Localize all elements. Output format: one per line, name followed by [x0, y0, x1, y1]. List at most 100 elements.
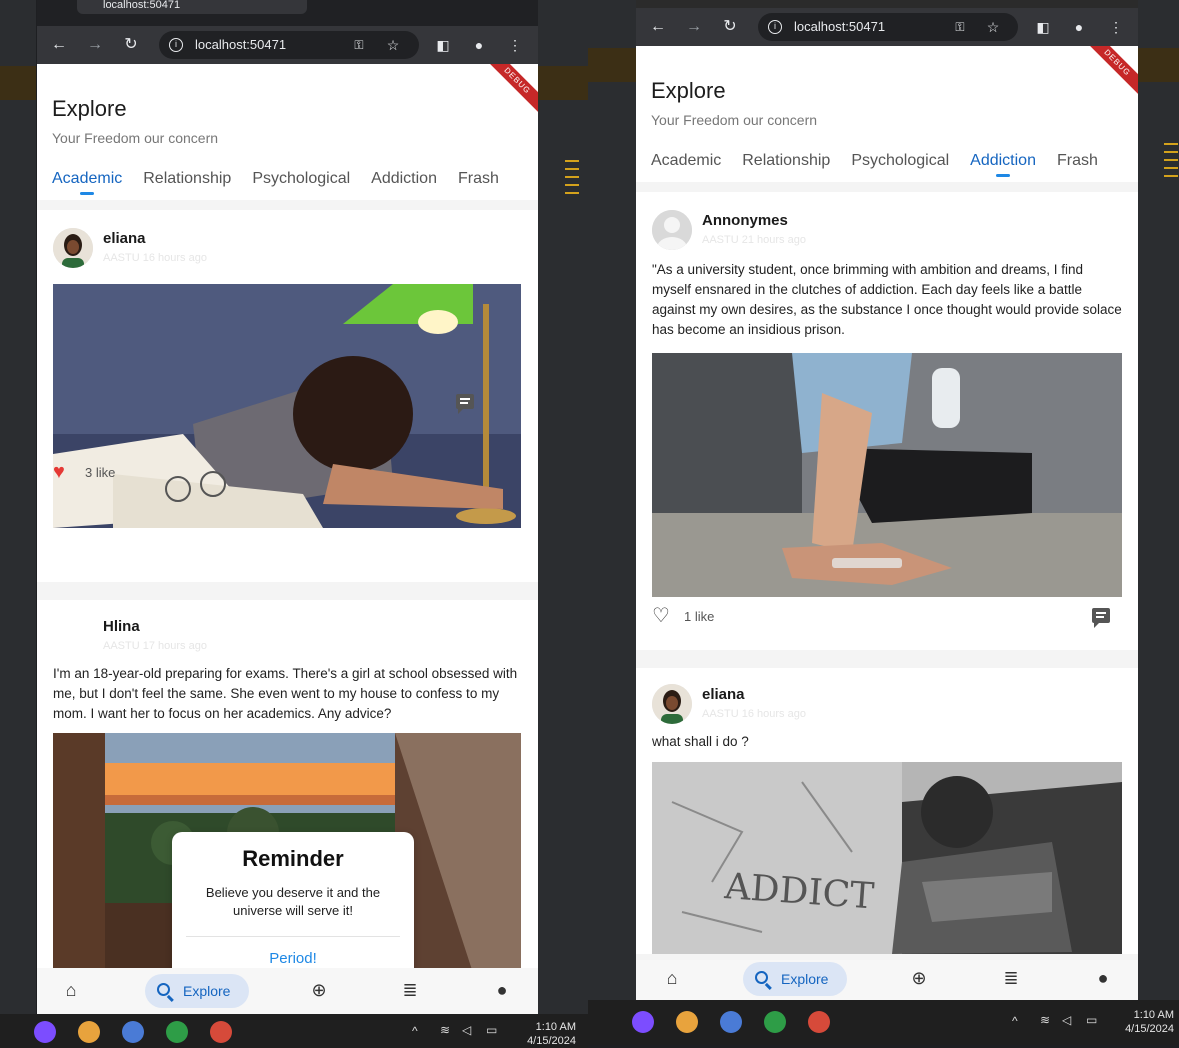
clock[interactable]: 1:10 AM 4/15/2024 [1102, 1008, 1174, 1036]
comment-icon[interactable] [456, 394, 474, 414]
tray-chevron-icon[interactable]: ^ [412, 1024, 418, 1038]
chrome-profile-taskbar-icon[interactable] [808, 1011, 830, 1033]
post-username[interactable]: Annonymes [702, 212, 788, 229]
page-title: Explore [651, 78, 726, 103]
menu-icon[interactable]: ⋮ [505, 35, 525, 55]
browser-tab[interactable]: localhost:50471 [77, 0, 307, 14]
back-icon[interactable]: ← [49, 35, 69, 55]
post-card[interactable]: eliana AASTU 16 hours ago ♥ 3 like [37, 210, 538, 582]
reload-icon[interactable]: ↻ [720, 17, 740, 37]
site-info-icon[interactable]: i [768, 20, 782, 34]
person-icon[interactable]: ● [1091, 968, 1115, 989]
tab-addiction[interactable]: Addiction [970, 152, 1036, 177]
forward-icon[interactable]: → [85, 35, 105, 55]
forward-icon[interactable]: → [684, 17, 704, 37]
app-header: Explore Your Freedom our concern DEBUG A… [37, 64, 538, 200]
wifi-icon[interactable]: ≋ [1040, 1013, 1050, 1027]
post-text: I'm an 18-year-old preparing for exams. … [53, 666, 518, 721]
list-icon[interactable]: ≣ [398, 980, 422, 1001]
ide-structure-icon-right[interactable] [1164, 143, 1178, 183]
site-info-icon[interactable]: i [169, 38, 183, 52]
post-card[interactable]: eliana AASTU 16 hours ago what shall i d… [636, 668, 1138, 954]
ide-toolbar-right [588, 48, 636, 82]
avatar[interactable] [652, 684, 692, 724]
person-icon[interactable]: ● [490, 980, 514, 1001]
chrome-taskbar-icon[interactable] [166, 1021, 188, 1043]
menu-icon[interactable]: ⋮ [1106, 17, 1126, 37]
ide-structure-icon[interactable] [565, 160, 579, 200]
app-header: Explore Your Freedom our concern DEBUG A… [636, 46, 1138, 182]
vscode-taskbar-icon[interactable] [34, 1021, 56, 1043]
tab-relationship[interactable]: Relationship [742, 152, 830, 170]
chrome-profile-taskbar-icon[interactable] [210, 1021, 232, 1043]
page-title: Explore [52, 96, 127, 121]
explore-nav-label: Explore [183, 983, 231, 999]
heart-outline-icon[interactable]: ♡ [652, 606, 670, 626]
tab-academic[interactable]: Academic [52, 170, 122, 195]
bottom-navigation: ⌂ Explore ⊕ ≣ ● [636, 960, 1138, 1000]
side-panel-icon[interactable]: ◧ [433, 35, 453, 55]
browser-toolbar: ← → ↻ i localhost:50471 ⚿ ☆ ◧ ● ⋮ [37, 26, 538, 64]
avatar[interactable] [53, 228, 93, 268]
back-icon[interactable]: ← [648, 17, 668, 37]
volume-icon[interactable]: ◁ [462, 1023, 471, 1037]
android-studio-taskbar-icon[interactable] [122, 1021, 144, 1043]
reload-icon[interactable]: ↻ [121, 35, 141, 55]
tab-academic[interactable]: Academic [651, 152, 721, 170]
clock-time: 1:10 AM [1133, 1009, 1174, 1021]
password-key-icon[interactable]: ⚿ [349, 35, 369, 55]
explore-nav-button[interactable]: Explore [145, 974, 249, 1008]
password-key-icon[interactable]: ⚿ [950, 17, 970, 37]
addict-wall-photo[interactable]: ADDICT [652, 762, 1122, 954]
ide-strip-right [588, 0, 636, 1045]
profile-icon[interactable]: ● [469, 35, 489, 55]
explore-nav-label: Explore [781, 971, 829, 987]
add-circle-icon[interactable]: ⊕ [907, 968, 931, 989]
chrome-taskbar-icon[interactable] [764, 1011, 786, 1033]
tab-addiction[interactable]: Addiction [371, 170, 437, 188]
comment-icon[interactable] [1092, 608, 1110, 628]
battery-icon[interactable]: ▭ [1086, 1013, 1097, 1027]
home-icon[interactable]: ⌂ [660, 968, 684, 989]
student-asleep-on-books-photo[interactable] [53, 284, 521, 528]
chrome-dev-taskbar-icon[interactable] [676, 1011, 698, 1033]
avatar[interactable] [652, 210, 692, 250]
page-subtitle: Your Freedom our concern [651, 112, 818, 128]
tab-relationship[interactable]: Relationship [143, 170, 231, 188]
post-username[interactable]: Hlina [103, 618, 140, 635]
post-card[interactable]: Hlina AASTU 17 hours ago I'm an 18-year-… [37, 600, 538, 1014]
post-username[interactable]: eliana [702, 686, 745, 703]
tab-frash[interactable]: Frash [458, 170, 499, 188]
post-card[interactable]: Annonymes AASTU 21 hours ago "As a unive… [636, 192, 1138, 650]
profile-icon[interactable]: ● [1069, 17, 1089, 37]
tab-frash[interactable]: Frash [1057, 152, 1098, 170]
android-studio-taskbar-icon[interactable] [720, 1011, 742, 1033]
home-icon[interactable]: ⌂ [59, 980, 83, 1001]
chrome-dev-taskbar-icon[interactable] [78, 1021, 100, 1043]
taskbar-left: ^ ≋ ◁ ▭ 1:10 AM 4/15/2024 [0, 1014, 588, 1048]
tray-chevron-icon[interactable]: ^ [1012, 1014, 1018, 1028]
bookmark-star-icon[interactable]: ☆ [383, 35, 403, 55]
tab-psychological[interactable]: Psychological [851, 152, 949, 170]
tab-psychological[interactable]: Psychological [252, 170, 350, 188]
post-username[interactable]: eliana [103, 230, 146, 247]
side-panel-icon[interactable]: ◧ [1033, 17, 1053, 37]
clock[interactable]: 1:10 AM 4/15/2024 [506, 1020, 576, 1048]
address-bar[interactable]: i localhost:50471 [758, 13, 1018, 41]
list-icon[interactable]: ≣ [999, 968, 1023, 989]
ide-left-strip [0, 0, 36, 1045]
heart-filled-icon[interactable]: ♥ [53, 462, 65, 482]
debug-banner: DEBUG [484, 64, 538, 114]
wifi-icon[interactable]: ≋ [440, 1023, 450, 1037]
volume-icon[interactable]: ◁ [1062, 1013, 1071, 1027]
bookmark-star-icon[interactable]: ☆ [983, 17, 1003, 37]
address-bar[interactable]: i localhost:50471 [159, 31, 419, 59]
reminder-period-button[interactable]: Period! [172, 950, 414, 967]
battery-icon[interactable]: ▭ [486, 1023, 497, 1037]
add-circle-icon[interactable]: ⊕ [307, 980, 331, 1001]
person-with-pills-photo[interactable] [652, 353, 1122, 597]
browser-window-left: localhost:50471 ← → ↻ i localhost:50471 … [37, 0, 538, 1014]
browser-toolbar: ← → ↻ i localhost:50471 ⚿ ☆ ◧ ● ⋮ [636, 8, 1138, 46]
explore-nav-button[interactable]: Explore [743, 962, 847, 996]
vscode-taskbar-icon[interactable] [632, 1011, 654, 1033]
